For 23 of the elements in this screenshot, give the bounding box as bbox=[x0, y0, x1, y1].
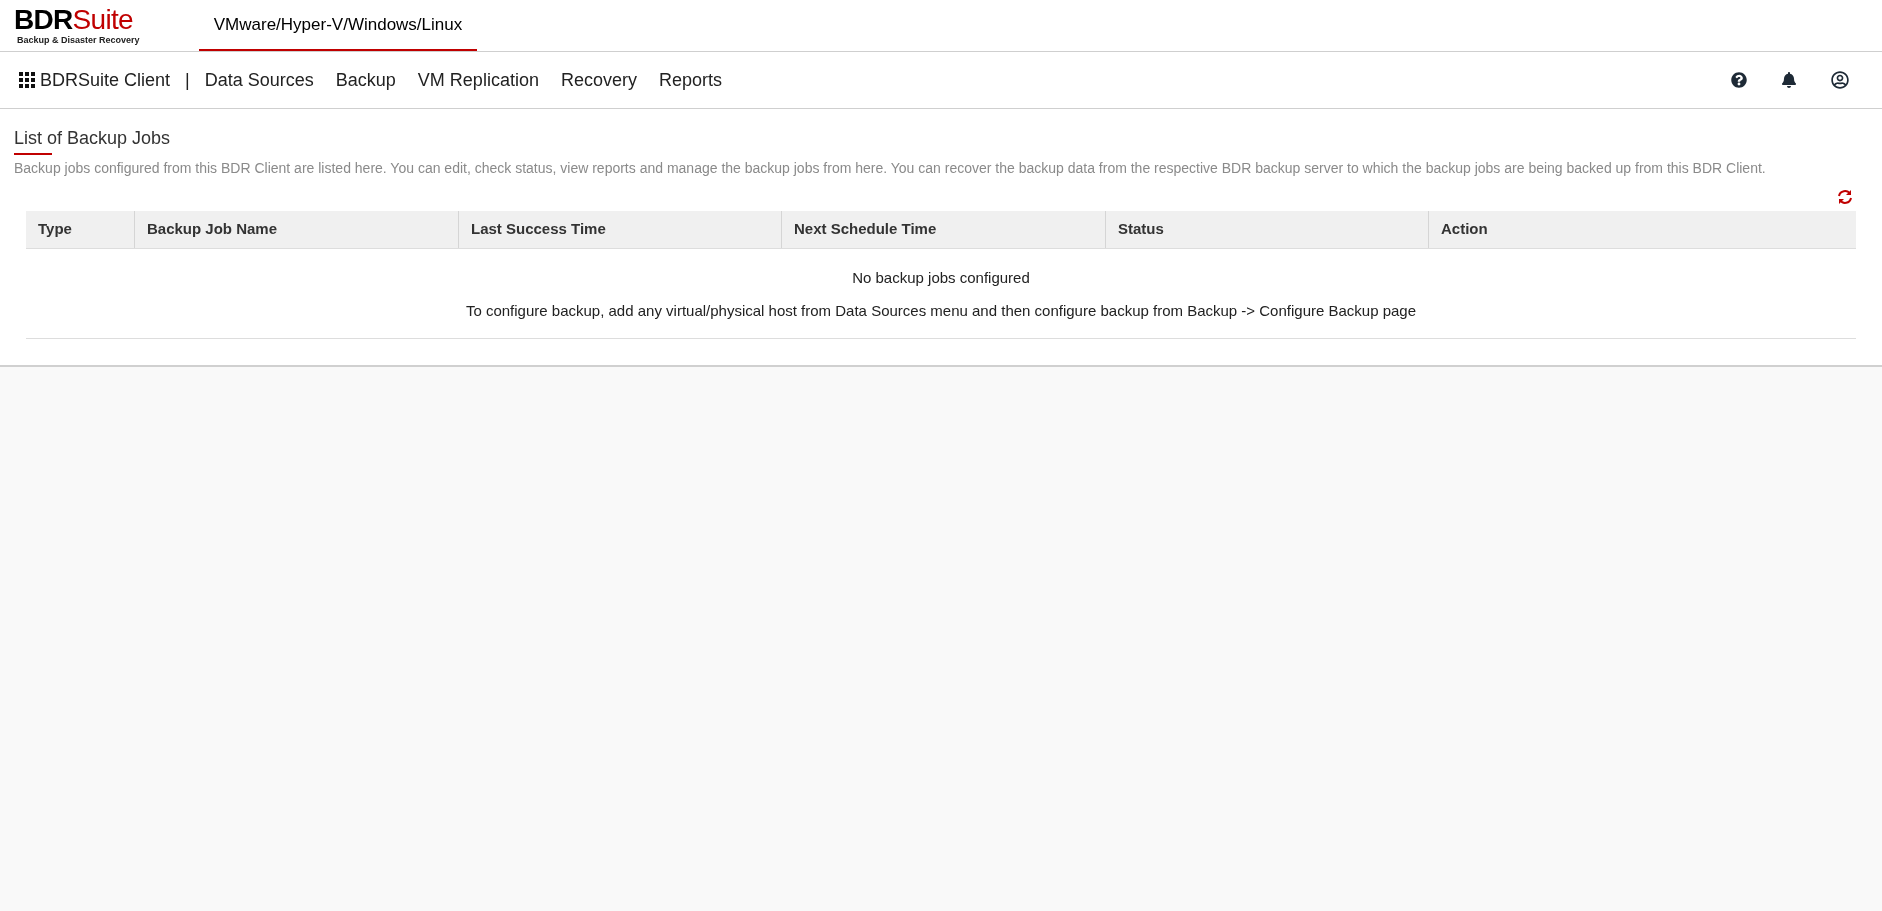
column-header: Backup Job Name bbox=[134, 211, 458, 248]
empty-state-hint: To configure backup, add any virtual/physical host from Data Sources menu and then configure backup from Backup -> Configure Backup page bbox=[465, 300, 1417, 321]
page-title: List of Backup Jobs bbox=[14, 125, 171, 154]
nav-link[interactable]: Backup bbox=[335, 66, 396, 94]
column-header: Status bbox=[1105, 211, 1428, 248]
brand-logo: BDRSuite Backup & Disaster Recovery bbox=[14, 2, 141, 47]
empty-state-title: No backup jobs configured bbox=[852, 268, 1030, 288]
grid-icon[interactable] bbox=[19, 72, 35, 88]
app-name[interactable]: BDRSuite Client bbox=[40, 66, 171, 94]
nav-link[interactable]: VM Replication bbox=[417, 66, 539, 94]
column-header: Next Schedule Time bbox=[781, 211, 1105, 248]
nav-link[interactable]: Recovery bbox=[560, 66, 637, 94]
column-header: Action bbox=[1428, 211, 1856, 248]
user-profile-icon[interactable] bbox=[1831, 71, 1849, 89]
column-header: Type bbox=[37, 219, 73, 240]
page-description: Backup jobs configured from this BDR Client are listed here. You can edit, check status, view reports and manage the backup jobs from here. You can recover the backup data from the respective BDR backup server to which the backup jobs are being backed up from this BDR Client. bbox=[14, 159, 1767, 178]
help-icon[interactable] bbox=[1731, 72, 1747, 88]
column-header: Last Success Time bbox=[458, 211, 781, 248]
nav-link[interactable]: Data Sources bbox=[204, 66, 314, 94]
nav-separator: | bbox=[185, 68, 190, 92]
nav-link[interactable]: Reports bbox=[658, 66, 722, 94]
notification-bell-icon[interactable] bbox=[1781, 72, 1797, 88]
refresh-icon[interactable] bbox=[1836, 189, 1854, 205]
